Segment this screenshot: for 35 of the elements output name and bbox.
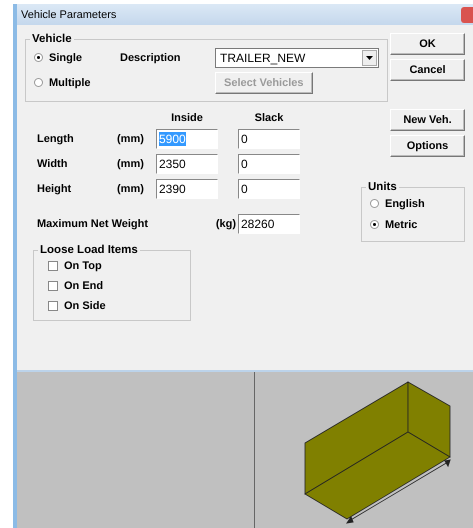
radio-option[interactable]: Multiple <box>34 76 120 88</box>
column-header: Slack <box>254 112 284 124</box>
input-field[interactable]: 0 <box>238 154 300 174</box>
column-header: Inside <box>170 112 204 124</box>
group-title: Vehicle <box>31 33 73 45</box>
caret-icon <box>366 56 373 60</box>
window-title: Vehicle Parameters <box>21 8 116 20</box>
input-field[interactable]: 0 <box>238 129 300 149</box>
radio-option[interactable]: English <box>370 198 456 210</box>
row-label: Length <box>37 133 75 145</box>
dialog-button[interactable]: OK <box>390 33 465 55</box>
input-field[interactable]: 0 <box>238 179 300 199</box>
input-field[interactable]: 2350 <box>156 154 218 174</box>
radio-option[interactable]: Single <box>34 52 120 64</box>
checkbox-option[interactable]: On End <box>42 276 182 296</box>
input-field[interactable]: 28260 <box>238 214 300 234</box>
field-label: Description <box>120 52 182 64</box>
radio-option[interactable]: Metric <box>370 218 456 230</box>
unit-label: (kg) <box>214 218 237 230</box>
group-title: Loose Load Items <box>39 244 139 256</box>
input-field[interactable]: 2390 <box>156 179 218 199</box>
dialog-button[interactable]: Options <box>390 135 465 157</box>
description-dropdown[interactable]: TRAILER_NEW <box>215 48 379 68</box>
row-label: Maximum Net Weight <box>37 218 150 230</box>
unit-label: (mm) <box>117 183 145 195</box>
close-button[interactable] <box>461 6 473 22</box>
checkbox-option[interactable]: On Side <box>42 296 182 316</box>
checkbox-option[interactable]: On Top <box>42 256 182 276</box>
group-title: Units <box>367 181 398 193</box>
unit-label: (mm) <box>117 133 145 145</box>
row-label: Width <box>37 158 68 170</box>
dialog-button[interactable]: Cancel <box>390 59 465 81</box>
row-label: Height <box>37 183 72 195</box>
dialog-button[interactable]: New Veh. <box>390 109 465 131</box>
unit-label: (mm) <box>117 158 145 170</box>
